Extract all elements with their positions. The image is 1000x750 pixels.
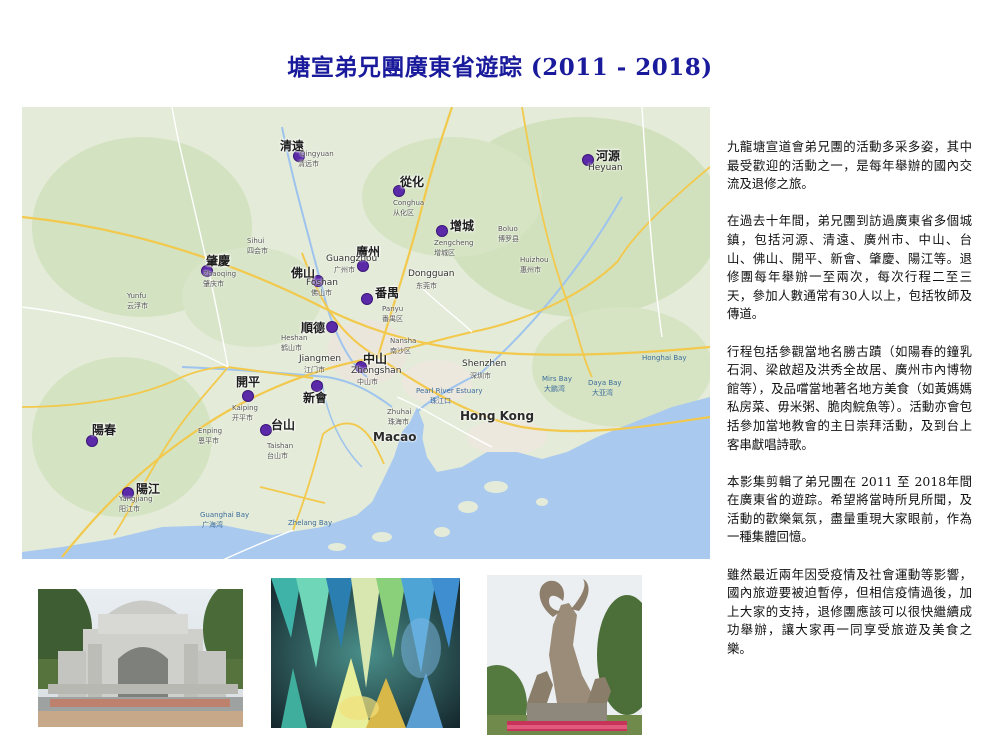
map-label: 惠州市 <box>520 266 541 274</box>
map-label: 从化区 <box>393 209 414 217</box>
map-label: Heyuan <box>588 163 623 173</box>
guangdong-map: 清遠 從化 河源 增城 廣州 肇慶 佛山 番禺 順德 中山 開平 新會 台山 陽… <box>22 107 710 559</box>
paragraph-2: 在過去十年間，弟兄團到訪過廣東省多個城鎮，包括河源、清遠、廣州市、中山、台山、佛… <box>727 213 972 322</box>
map-label: Zhuhai <box>387 408 412 416</box>
visited-city-dot <box>326 321 338 333</box>
visited-city-dot <box>436 225 448 237</box>
paragraph-1: 九龍塘宣道會弟兄團的活動多采多姿，其中最受歡迎的活動之一，是每年舉辦的國內交流及… <box>727 139 972 192</box>
city-label-yangchun: 陽春 <box>92 423 117 437</box>
map-label: 恩平市 <box>198 437 219 445</box>
map-label: 中山市 <box>357 378 378 386</box>
map-label: Yangjiang <box>119 495 153 503</box>
page-title: 塘宣弟兄團廣東省遊踪 (2011 - 2018) <box>287 54 713 81</box>
map-label: 东莞市 <box>416 282 437 290</box>
city-label-xinhui: 新會 <box>303 391 328 405</box>
map-label-water: Guanghai Bay <box>200 511 250 519</box>
map-label: Taishan <box>267 442 294 450</box>
map-label: 云浮市 <box>127 302 148 310</box>
stalactite-cave-photo <box>271 578 460 728</box>
map-label: 南沙区 <box>390 347 411 355</box>
map-label: 佛山市 <box>311 289 332 297</box>
map-label: Qingyuan <box>300 150 334 158</box>
five-rams-statue-photo <box>487 575 642 735</box>
map-label: 四会市 <box>247 247 268 255</box>
map-label: 博罗县 <box>498 235 519 243</box>
map-label: 江门市 <box>304 366 325 374</box>
map-label: 清远市 <box>298 160 319 168</box>
city-label-taishan: 台山 <box>271 418 296 432</box>
map-label: 深圳市 <box>470 372 491 380</box>
map-label: Enping <box>198 427 223 435</box>
map-label: Conghua <box>393 199 425 207</box>
map-label-water: Mirs Bay <box>542 375 572 383</box>
map-label: Kaiping <box>232 404 258 412</box>
city-label-zhaoqing: 肇慶 <box>206 254 231 268</box>
map-label: Dongguan <box>408 269 455 279</box>
city-label-kaiping: 開平 <box>236 375 261 389</box>
map-label-water: Pearl River Estuary <box>416 387 483 395</box>
map-label: Sihui <box>247 237 265 245</box>
map-label: Boluo <box>498 225 518 233</box>
map-label-hong-kong: Hong Kong <box>460 409 535 423</box>
map-label: Panyu <box>382 305 404 313</box>
map-label: 鹤山市 <box>281 344 302 352</box>
map-label: Shenzhen <box>462 359 507 369</box>
city-label-panyu: 番禺 <box>375 286 400 300</box>
paragraph-4: 本影集剪輯了弟兄團在 2011 至 2018年間在廣東省的遊踪。希望將當時所見所… <box>727 473 972 545</box>
map-label-water: 大鹏湾 <box>544 385 565 393</box>
map-label-macao: Macao <box>373 430 417 444</box>
map-label-water: 珠江口 <box>430 397 451 405</box>
map-label-water: Zhelang Bay <box>288 519 333 527</box>
map-label: Jiangmen <box>299 354 342 364</box>
map-label: 台山市 <box>267 452 288 460</box>
map-label-water: Honghai Bay <box>642 354 687 362</box>
garden-archway-photo <box>38 589 243 727</box>
visited-city-dot <box>242 390 254 402</box>
map-label: Huizhou <box>520 256 549 264</box>
map-label: 增城区 <box>434 249 455 257</box>
paragraph-3: 行程包括參觀當地名勝古蹟（如陽春的鐘乳石洞、梁啟超及洪秀全故居、廣州市內博物館等… <box>727 343 972 452</box>
map-label: Zhaoqing <box>203 270 237 278</box>
map-label: Heshan <box>281 334 308 342</box>
map-label: Foshan <box>306 278 338 288</box>
map-label: 开平市 <box>232 414 253 422</box>
map-label: 珠海市 <box>388 418 409 426</box>
visited-city-dot <box>361 293 373 305</box>
map-label: Yunfu <box>127 292 147 300</box>
map-label-water: 广海湾 <box>202 521 223 529</box>
description-text: 九龍塘宣道會弟兄團的活動多采多姿，其中最受歡迎的活動之一，是每年舉辦的國內交流及… <box>727 138 972 677</box>
map-label: Zengcheng <box>434 239 474 247</box>
map-label: Guangzhou <box>326 254 378 264</box>
map-label-water: 大亚湾 <box>592 389 613 397</box>
city-label-conghua: 從化 <box>400 175 425 189</box>
map-label-water: Daya Bay <box>588 379 622 387</box>
map-label: Nansha <box>390 337 417 345</box>
map-label: 阳江市 <box>119 505 140 513</box>
city-label-heyuan: 河源 <box>596 149 621 163</box>
city-label-zhongshan: 中山 <box>363 352 388 366</box>
paragraph-5: 雖然最近兩年因受疫情及社會運動等影響，國內旅遊要被迫暫停，但相信疫情過後，加上大… <box>727 566 972 657</box>
map-label: 番禺区 <box>382 315 403 323</box>
map-label: 广州市 <box>334 266 355 274</box>
map-label: 肇庆市 <box>203 280 224 288</box>
city-label-zengcheng: 增城 <box>450 219 475 233</box>
map-label: Zhongshan <box>351 366 402 376</box>
